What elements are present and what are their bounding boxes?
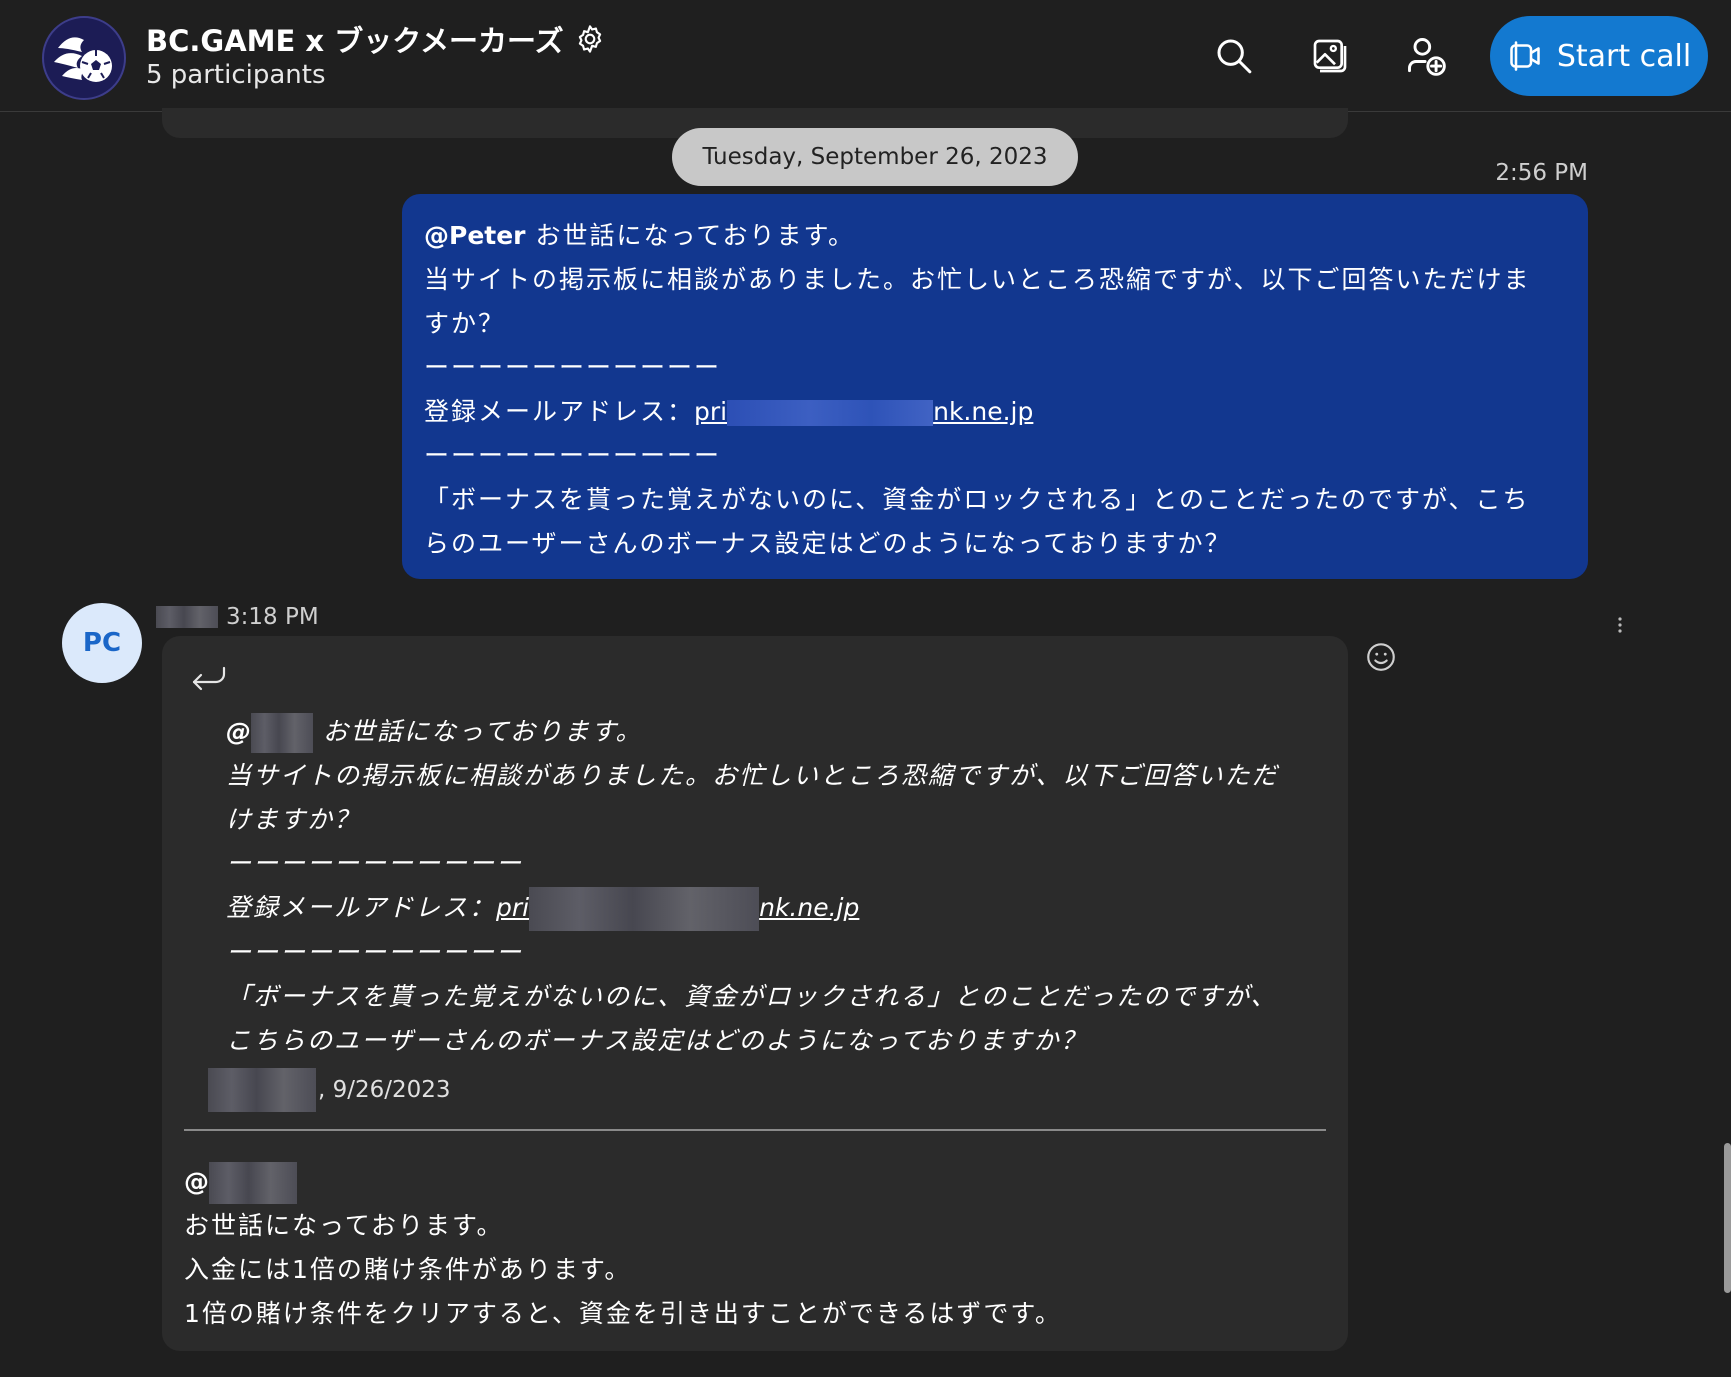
quoted-message[interactable]: @ お世話になっております。 当サイトの掲示板に相談がありました。お忙しいところ… bbox=[226, 710, 1326, 1063]
quote-mention-prefix: @ bbox=[226, 717, 251, 746]
mention[interactable]: @Peter bbox=[424, 221, 526, 250]
redacted-email bbox=[529, 887, 760, 931]
reply-message-bubble[interactable]: @ お世話になっております。 当サイトの掲示板に相談がありました。お忙しいところ… bbox=[162, 636, 1348, 1351]
message-line: 「ボーナスを貰った覚えがないのに、資金がロックされる」とのことだったのですが、こ… bbox=[424, 485, 1530, 514]
redacted-quote-author bbox=[208, 1068, 316, 1112]
chat-title[interactable]: BC.GAME x ブックメーカーズ bbox=[146, 18, 606, 60]
more-options-button[interactable] bbox=[1612, 612, 1628, 638]
reply-body: @ お世話になっております。 入金には1倍の賭け条件があります。 1倍の賭け条件… bbox=[184, 1160, 1324, 1336]
add-participant-button[interactable] bbox=[1398, 28, 1454, 84]
quote-email-link[interactable]: pri nk.ne.jp bbox=[496, 887, 860, 931]
quote-line: ーーーーーーーーーーー bbox=[226, 938, 524, 967]
quote-meta: , 9/26/2023 bbox=[208, 1068, 451, 1112]
quote-email-line: 登録メールアドレス：pri nk.ne.jp bbox=[226, 886, 1326, 931]
quote-divider bbox=[184, 1129, 1326, 1131]
quote-line: こちらのユーザーさんのボーナス設定はどのようになっておりますか？ bbox=[226, 1026, 1088, 1055]
own-message-bubble[interactable]: @Peter お世話になっております。 当サイトの掲示板に相談がありました。お忙… bbox=[402, 194, 1588, 579]
email-line: 登録メールアドレス：pri nk.ne.jp bbox=[424, 390, 1566, 434]
start-call-label: Start call bbox=[1556, 38, 1692, 74]
gallery-icon bbox=[1313, 39, 1347, 73]
email-link[interactable]: pri nk.ne.jp bbox=[694, 397, 1033, 426]
reply-line: お世話になっております。 bbox=[184, 1211, 504, 1240]
email-link-end: nk.ne.jp bbox=[933, 397, 1034, 426]
message-line: @Peter お世話になっております。 bbox=[424, 214, 1566, 258]
quote-line: けますか？ bbox=[226, 805, 362, 834]
quote-email-label: 登録メールアドレス： bbox=[226, 893, 497, 922]
reply-message-time: 3:18 PM bbox=[226, 604, 319, 630]
message-line: ーーーーーーーーーーー bbox=[424, 353, 722, 382]
add-reaction-button[interactable] bbox=[1364, 640, 1398, 674]
quote-email-end: nk.ne.jp bbox=[759, 893, 860, 922]
redacted-email bbox=[727, 400, 934, 426]
participants-count[interactable]: 5 participants bbox=[146, 60, 326, 90]
quote-line: 当サイトの掲示板に相談がありました。お忙しいところ恐縮ですが、以下ご回答いただ bbox=[226, 761, 1279, 790]
reply-mention-prefix: @ bbox=[184, 1167, 209, 1196]
quote-line: @ お世話になっております。 bbox=[226, 710, 1326, 754]
group-avatar[interactable] bbox=[42, 16, 126, 100]
search-icon bbox=[1217, 39, 1252, 74]
email-label: 登録メールアドレス： bbox=[424, 397, 695, 426]
more-vertical-icon bbox=[1618, 617, 1622, 633]
reply-line: 1倍の賭け条件をクリアすると、資金を引き出すことができるはずです。 bbox=[184, 1299, 1062, 1328]
message-greeting: お世話になっております。 bbox=[525, 221, 855, 250]
gear-icon[interactable] bbox=[574, 23, 606, 55]
search-button[interactable] bbox=[1206, 28, 1262, 84]
redacted-mention bbox=[209, 1162, 297, 1204]
quote-email-start: pri bbox=[496, 893, 530, 922]
redacted-mention bbox=[251, 713, 313, 753]
start-call-button[interactable]: Start call bbox=[1490, 16, 1708, 96]
date-separator: Tuesday, September 26, 2023 bbox=[672, 128, 1078, 186]
own-message-time: 2:56 PM bbox=[1495, 160, 1588, 186]
scrollbar-thumb[interactable] bbox=[1724, 1143, 1731, 1293]
message-line: ーーーーーーーーーーー bbox=[424, 441, 722, 470]
sender-row: 3:18 PM bbox=[156, 604, 319, 630]
message-line: 当サイトの掲示板に相談がありました。お忙しいところ恐縮ですが、以下ご回答いただけ… bbox=[424, 265, 1531, 294]
quote-line: 「ボーナスを貰った覚えがないのに、資金がロックされる」とのことだったのですが、 bbox=[226, 982, 1278, 1011]
redacted-sender-name bbox=[156, 606, 218, 628]
add-person-icon bbox=[1408, 38, 1446, 76]
message-line: すか？ bbox=[424, 309, 506, 338]
smiley-icon bbox=[1367, 643, 1395, 671]
quote-greeting: お世話になっております。 bbox=[313, 717, 643, 746]
reply-mention-line: @ bbox=[184, 1160, 1324, 1204]
chat-title-text: BC.GAME x ブックメーカーズ bbox=[146, 24, 564, 58]
reply-arrow-icon bbox=[192, 666, 226, 691]
message-line: らのユーザーさんのボーナス設定はどのようになっておりますか？ bbox=[424, 529, 1232, 558]
reply-arrow bbox=[188, 662, 228, 698]
soccer-flame-logo-icon bbox=[54, 37, 112, 82]
quote-date: , 9/26/2023 bbox=[318, 1077, 451, 1103]
avatar[interactable]: PC bbox=[62, 603, 142, 683]
email-link-start: pri bbox=[694, 397, 728, 426]
video-camera-icon bbox=[1510, 41, 1540, 71]
reply-line: 入金には1倍の賭け条件があります。 bbox=[184, 1255, 632, 1284]
gallery-button[interactable] bbox=[1302, 28, 1358, 84]
chat-header: BC.GAME x ブックメーカーズ 5 participants Start … bbox=[0, 0, 1731, 112]
quote-line: ーーーーーーーーーーー bbox=[226, 849, 524, 878]
